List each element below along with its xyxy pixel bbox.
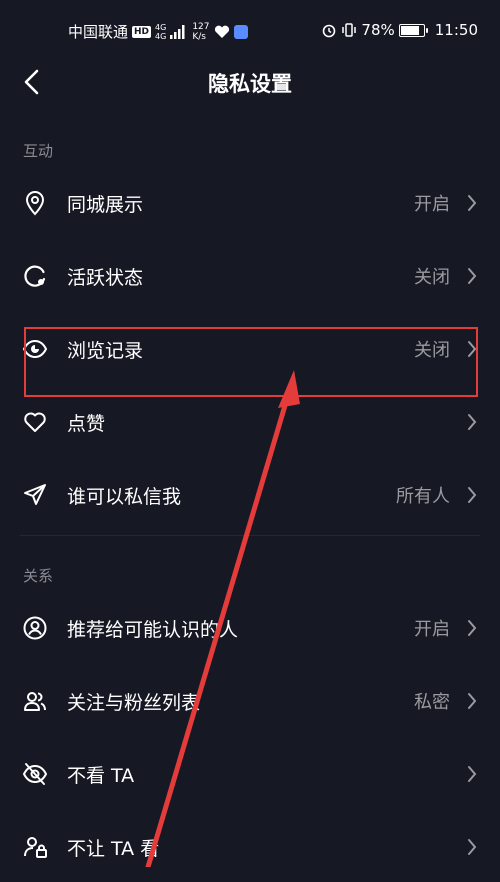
setting-row-who-can-message[interactable]: 谁可以私信我 所有人 — [0, 458, 500, 530]
setting-label: 点赞 — [67, 413, 106, 435]
setting-value: 开启 — [414, 194, 450, 215]
setting-row-location-display[interactable]: 同城展示 开启 — [0, 166, 500, 238]
chevron-right-icon — [468, 414, 477, 430]
eye-off-icon — [22, 763, 48, 785]
setting-row-following-followers-list[interactable]: 关注与粉丝列表 私密 — [0, 664, 500, 736]
heart-icon — [24, 412, 46, 432]
setting-label: 谁可以私信我 — [67, 486, 182, 508]
network-indicator: 4G 4G — [155, 23, 166, 41]
setting-row-active-status[interactable]: 活跃状态 关闭 — [0, 239, 500, 311]
setting-label: 不让 TA 看 — [67, 838, 160, 860]
activity-status-icon — [24, 265, 46, 287]
location-pin-icon — [25, 191, 45, 216]
battery-icon — [398, 23, 428, 37]
section-label-interaction: 互动 — [23, 142, 54, 160]
network-speed: 127 K/s — [192, 22, 209, 42]
vibrate-icon — [342, 23, 357, 37]
setting-label: 同城展示 — [67, 194, 144, 216]
setting-value: 所有人 — [396, 486, 450, 507]
setting-label: 活跃状态 — [67, 267, 144, 289]
status-bar: 中国联通 HD 4G 4G 127 K/s 78% 11:50 — [0, 0, 500, 62]
setting-row-recommend-to-acquaintances[interactable]: 推荐给可能认识的人 开启 — [0, 591, 500, 663]
hd-badge: HD — [132, 25, 152, 38]
chevron-right-icon — [468, 487, 477, 503]
chevron-right-icon — [468, 839, 477, 855]
setting-value: 关闭 — [414, 267, 450, 288]
status-left: 中国联通 HD 4G 4G 127 K/s — [68, 21, 248, 42]
users-icon — [24, 692, 46, 711]
setting-label: 推荐给可能认识的人 — [67, 619, 239, 641]
setting-row-block-from-viewing[interactable]: 不让 TA 看 — [0, 810, 500, 882]
chevron-right-icon — [468, 268, 477, 284]
page-title: 隐私设置 — [208, 72, 292, 96]
signal-icon — [170, 24, 185, 39]
health-heart-icon — [214, 25, 229, 38]
chevron-right-icon — [468, 693, 477, 709]
chevron-right-icon — [468, 195, 477, 211]
setting-value: 开启 — [414, 619, 450, 640]
battery-percent: 78% — [361, 21, 395, 39]
music-app-icon — [233, 24, 248, 39]
clock: 11:50 — [434, 21, 478, 39]
setting-label: 关注与粉丝列表 — [67, 692, 201, 714]
user-lock-icon — [24, 837, 47, 858]
send-message-icon — [24, 484, 46, 505]
user-circle-icon — [23, 616, 47, 640]
speed-unit: K/s — [192, 31, 206, 42]
network-bottom: 4G — [155, 31, 167, 41]
status-right: 78% 11:50 — [321, 21, 478, 39]
speed-value: 127 — [192, 21, 210, 32]
chevron-right-icon — [468, 620, 477, 636]
setting-row-hide-their-posts[interactable]: 不看 TA — [0, 737, 500, 809]
alarm-icon — [323, 24, 336, 38]
section-label-relationships: 关系 — [23, 567, 54, 585]
section-divider — [20, 535, 480, 536]
chevron-right-icon — [468, 766, 477, 782]
network-top: 4G — [155, 22, 167, 32]
carrier-name: 中国联通 — [68, 23, 129, 41]
nav-header: 隐私设置 — [0, 62, 500, 102]
setting-label: 不看 TA — [67, 765, 135, 787]
setting-value: 私密 — [414, 692, 450, 713]
annotation-highlight-box — [24, 327, 478, 397]
